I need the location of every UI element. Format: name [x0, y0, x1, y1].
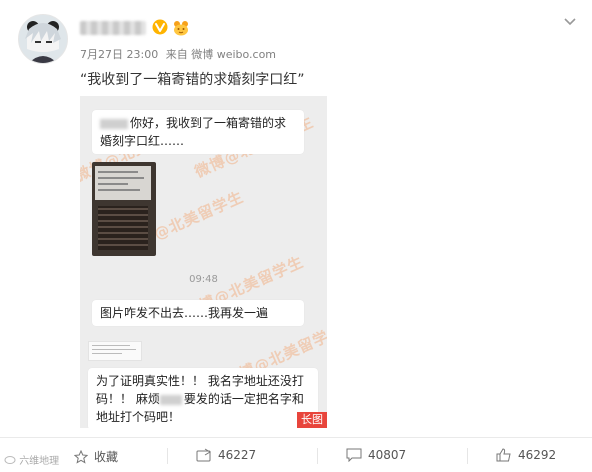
- comment-icon: [346, 448, 362, 462]
- watermark-footnote: 六维地理: [4, 452, 59, 467]
- post-text: “我收到了一箱寄错的求婚刻字口红”: [80, 72, 305, 88]
- chat-timestamp: 09:48: [189, 274, 218, 285]
- forward-icon: [196, 448, 211, 462]
- star-icon: [74, 449, 88, 464]
- redacted-name: [159, 394, 182, 405]
- footnote-text: 六维地理: [19, 456, 60, 467]
- author-name-redacted[interactable]: [80, 21, 146, 35]
- like-count: 46292: [518, 448, 557, 462]
- author-avatar[interactable]: [18, 14, 68, 64]
- redacted-name: [100, 118, 128, 129]
- fan-medal-icon: [174, 21, 188, 36]
- comment-count: 40807: [368, 448, 407, 462]
- chat-bubble-1: 你好，我收到了一箱寄错的求婚刻字口红……: [92, 110, 304, 154]
- chat-bubble-2-text: 图片咋发不出去……我再发一遍: [100, 306, 269, 320]
- weibo-logo-icon: [4, 456, 16, 464]
- post-source: 来自 微博 weibo.com: [165, 48, 277, 61]
- long-image-tag[interactable]: 长图: [297, 412, 327, 428]
- chat-mini-image: [88, 341, 142, 361]
- action-bar: 收藏 46227 40807 46292: [0, 437, 592, 472]
- chat-bubble-3: 为了证明真实性！！ 我名字地址还没打码！！ 麻烦 要发的话一定把名字和地址打个码吧…: [88, 368, 318, 428]
- post-meta: 7月27日 23:00 来自 微博 weibo.com: [80, 46, 280, 62]
- chat-photo-thumbnail: [92, 162, 156, 256]
- forward-button[interactable]: 46227: [196, 448, 256, 462]
- favorite-label: 收藏: [94, 450, 119, 464]
- thumbs-up-icon: [496, 448, 511, 462]
- chat-screenshot-image[interactable]: 微博@北美留学生 微博@北美留学生 微博@北美留学生 微博@北美留学生 微博@北…: [80, 96, 327, 428]
- forward-count: 46227: [218, 448, 257, 462]
- post-timestamp[interactable]: 7月27日 23:00: [80, 48, 158, 61]
- chevron-down-icon[interactable]: [563, 14, 577, 28]
- verified-v-icon: [152, 19, 168, 35]
- favorite-button[interactable]: 收藏: [74, 448, 118, 465]
- chat-bubble-2: 图片咋发不出去……我再发一遍: [92, 300, 304, 326]
- comment-button[interactable]: 40807: [346, 448, 406, 462]
- like-button[interactable]: 46292: [496, 448, 556, 462]
